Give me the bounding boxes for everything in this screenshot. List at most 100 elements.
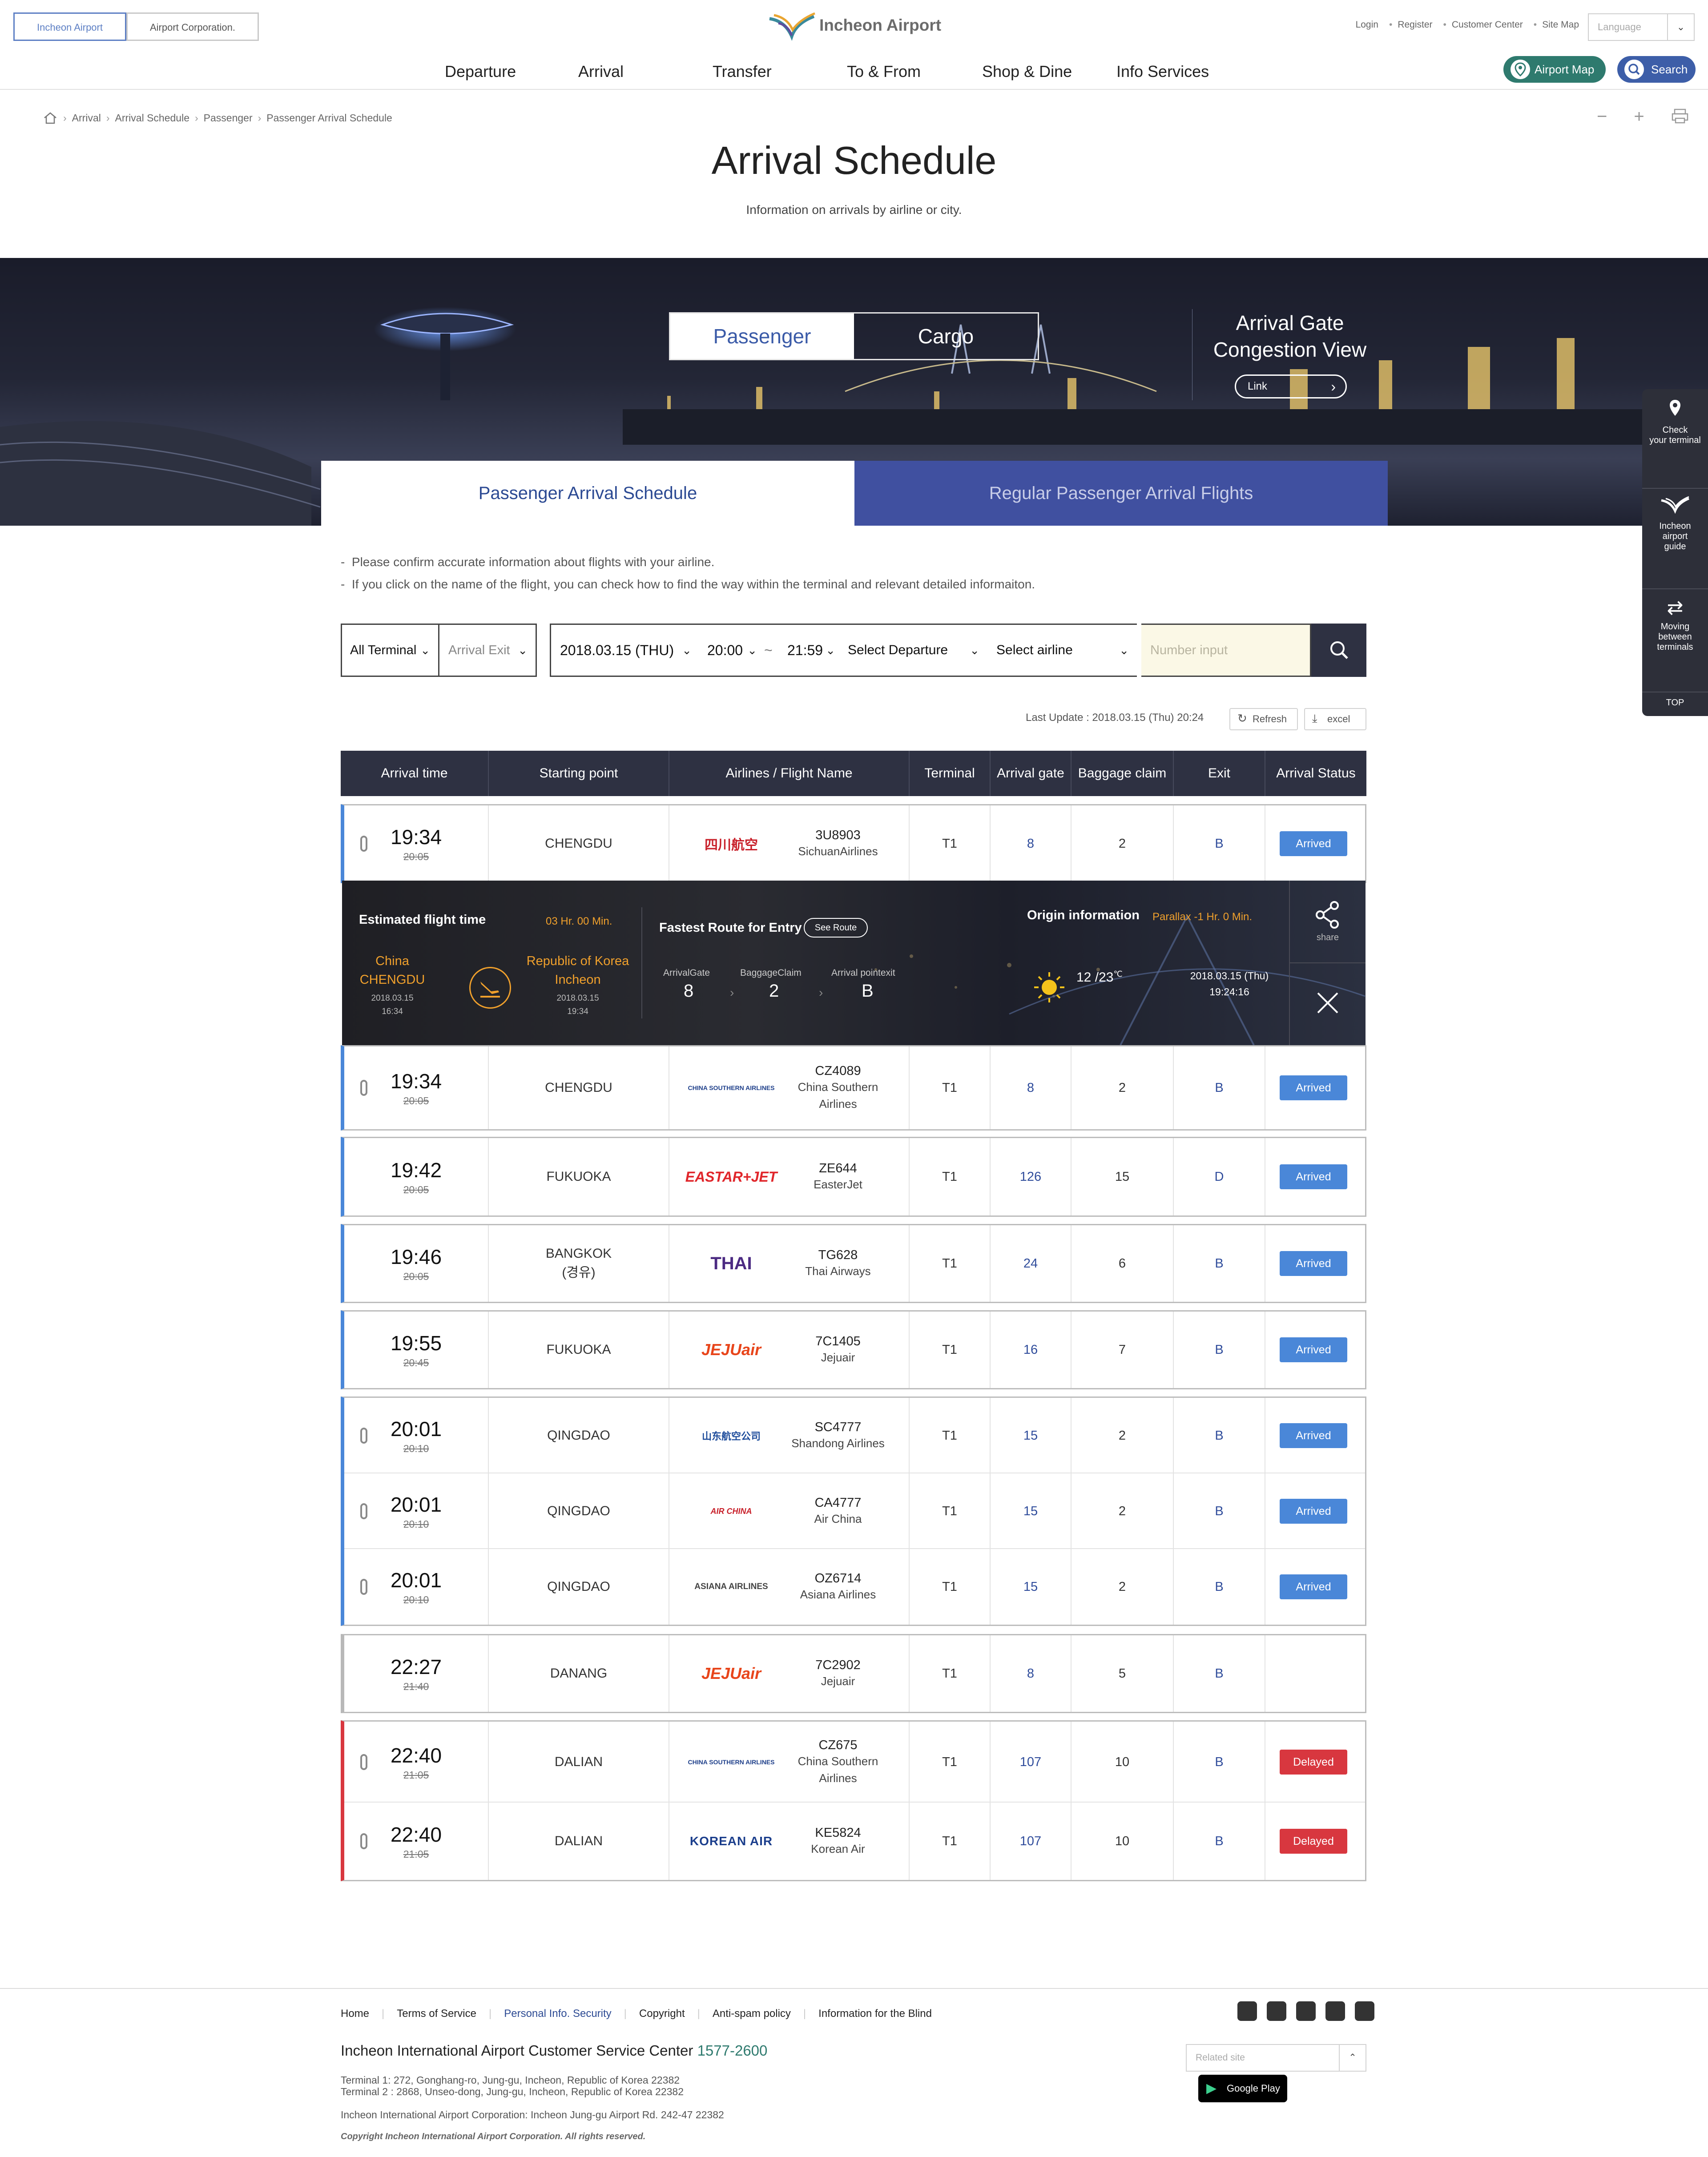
flight-number[interactable]: ZE644 [819, 1161, 857, 1176]
footer-link-blind[interactable]: Information for the Blind [818, 2008, 932, 2020]
register-link[interactable]: Register [1389, 20, 1432, 30]
site-logo[interactable]: Incheon Airport [765, 10, 941, 41]
breadcrumb-item[interactable]: Passenger [204, 112, 253, 124]
flight-info[interactable]: KE5824 Korean Air [780, 1826, 896, 1857]
date-select[interactable]: 2018.03.15 (THU) ⌄ [550, 624, 700, 677]
tab-incheon-airport[interactable]: Incheon Airport [13, 12, 126, 41]
table-row[interactable]: 19:55 20:45 FUKUOKA JEJUair 7C1405 Jejuair T1 1… [344, 1312, 1365, 1388]
flight-number[interactable]: 3U8903 [815, 828, 861, 843]
table-row[interactable]: 20:01 20:10 QINGDAO AIR CHINA CA4777 Air Chin… [344, 1473, 1365, 1549]
quick-airport-guide[interactable]: Incheon airport guide [1642, 488, 1708, 552]
tab-passenger[interactable]: Passenger [670, 314, 854, 359]
quick-moving-terminals[interactable]: ⇄ Moving between terminals [1642, 588, 1708, 652]
language-select[interactable]: Language ⌄ [1588, 13, 1695, 41]
sunny-weather-icon [1031, 970, 1067, 1005]
flight-number[interactable]: OZ6714 [815, 1571, 862, 1586]
search-button[interactable]: Search [1617, 56, 1696, 83]
nav-to-from[interactable]: To & From [847, 62, 982, 81]
close-icon[interactable] [1314, 990, 1341, 1016]
flight-number[interactable]: SC4777 [815, 1420, 862, 1435]
flight-info[interactable]: CZ4089 China Southern Airlines [780, 1064, 896, 1112]
departure-select[interactable]: Select Departure ⌄ [839, 624, 987, 677]
tab-airport-corporation[interactable]: Airport Corporation. [126, 12, 259, 41]
footer-link-home[interactable]: Home [341, 2008, 369, 2020]
footer-link-privacy[interactable]: Personal Info. Security [504, 2008, 611, 2020]
table-row[interactable]: 22:40 21:05 DALIAN CHINA SOUTHERN AIRLINES C… [344, 1722, 1365, 1803]
flight-info[interactable]: TG628 Thai Airways [780, 1248, 896, 1280]
zoom-in-icon[interactable]: + [1634, 107, 1644, 129]
flight-info[interactable]: 7C2902 Jejuair [780, 1658, 896, 1690]
footer-link-copyright[interactable]: Copyright [639, 2008, 685, 2020]
nav-departure[interactable]: Departure [445, 62, 578, 81]
arrival-gate-cell: 15 [991, 1473, 1072, 1549]
youtube-icon[interactable] [1325, 2001, 1345, 2021]
footer-link-antispam[interactable]: Anti-spam policy [713, 2008, 791, 2020]
quick-top-button[interactable]: TOP [1642, 692, 1708, 708]
flight-info[interactable]: ZE644 EasterJet [780, 1161, 896, 1193]
site-map-link[interactable]: Site Map [1534, 20, 1579, 30]
breadcrumb-item[interactable]: Arrival Schedule [115, 112, 189, 124]
flight-info[interactable]: OZ6714 Asiana Airlines [780, 1571, 896, 1603]
flight-number[interactable]: CZ675 [818, 1738, 857, 1753]
google-play-badge[interactable]: ▶ Google Play [1198, 2075, 1287, 2102]
table-row[interactable]: 22:27 21:40 DANANG JEJUair 7C2902 Jejuair T1 8 5… [344, 1635, 1365, 1712]
nav-arrival[interactable]: Arrival [578, 62, 713, 81]
table-row[interactable]: 19:34 20:05 CHENGDU CHINA SOUTHERN AIRLINES… [344, 1046, 1365, 1129]
filter-search-button[interactable] [1311, 624, 1366, 677]
flight-number[interactable]: 7C1405 [815, 1334, 861, 1349]
nav-info-services[interactable]: Info Services [1116, 62, 1223, 81]
flight-number[interactable]: TG628 [818, 1248, 858, 1263]
nav-transfer[interactable]: Transfer [713, 62, 847, 81]
see-route-button[interactable]: See Route [804, 918, 868, 938]
table-row[interactable]: 22:40 21:05 DALIAN KOREAN AIR KE5824 Korean A… [344, 1803, 1365, 1880]
refresh-button[interactable]: ↻ Refresh [1229, 708, 1298, 730]
flight-info[interactable]: CZ675 China Southern Airlines [780, 1738, 896, 1787]
customer-center-link[interactable]: Customer Center [1443, 20, 1523, 30]
instagram-icon[interactable] [1237, 2001, 1257, 2021]
flight-number[interactable]: CZ4089 [815, 1064, 861, 1078]
share-button[interactable]: share [1290, 899, 1366, 943]
time-to-select[interactable]: 21:59 ⌄ [778, 624, 839, 677]
arrival-status-cell: Delayed [1265, 1722, 1362, 1803]
table-row[interactable]: 19:34 20:05 CHENGDU 四川航空 3U8903 SichuanAirlin… [344, 805, 1365, 882]
table-row[interactable]: 19:46 20:05 BANGKOK (경유) THAI TG628 Thai Airwa… [344, 1225, 1365, 1302]
terminal-value: T1 [942, 1579, 957, 1594]
table-row[interactable]: 20:01 20:10 QINGDAO 山东航空公司 SC4777 Shandong Ai… [344, 1398, 1365, 1473]
flight-number[interactable]: KE5824 [815, 1826, 861, 1840]
congestion-link-button[interactable]: Link › [1235, 374, 1347, 398]
flight-info[interactable]: 7C1405 Jejuair [780, 1334, 896, 1366]
excel-download-button[interactable]: ⤓ excel [1304, 708, 1366, 730]
quick-check-terminal[interactable]: Check your terminal [1642, 398, 1708, 446]
flight-info[interactable]: 3U8903 SichuanAirlines [780, 828, 896, 860]
baggage-claim-value: 2 [1118, 1504, 1126, 1518]
terminal-select[interactable]: All Terminal ⌄ [341, 624, 439, 677]
flight-info[interactable]: CA4777 Air China [780, 1496, 896, 1527]
airport-map-button[interactable]: Airport Map [1503, 56, 1606, 83]
tab-passenger-arrival-schedule[interactable]: Passenger Arrival Schedule [321, 461, 854, 526]
footer-link-terms[interactable]: Terms of Service [397, 2008, 476, 2020]
starting-city: CHENGDU [545, 1080, 612, 1095]
table-row[interactable]: 19:42 20:05 FUKUOKA EASTAR+JET ZE644 EasterJe… [344, 1138, 1365, 1215]
flight-info[interactable]: SC4777 Shandong Airlines [780, 1420, 896, 1452]
tab-regular-arrival-flights[interactable]: Regular Passenger Arrival Flights [854, 461, 1388, 526]
home-icon[interactable] [43, 111, 58, 125]
exit-select[interactable]: Arrival Exit ⌄ [438, 624, 537, 677]
twitter-icon[interactable] [1296, 2001, 1316, 2021]
flight-number[interactable]: CA4777 [815, 1496, 862, 1510]
baggage-label: BaggageClaim [740, 968, 802, 978]
airline-select[interactable]: Select airline ⌄ [987, 624, 1137, 677]
print-icon[interactable] [1671, 107, 1689, 129]
breadcrumb-item[interactable]: Arrival [72, 112, 101, 124]
flight-number-input[interactable]: Number input [1141, 624, 1311, 677]
flight-number[interactable]: 7C2902 [815, 1658, 861, 1673]
time-from-select[interactable]: 20:00 ⌄ [698, 624, 761, 677]
site-switcher: Incheon Airport Airport Corporation. [13, 12, 259, 41]
login-link[interactable]: Login [1356, 20, 1378, 30]
zoom-out-icon[interactable]: − [1597, 107, 1607, 129]
facebook-icon[interactable] [1267, 2001, 1286, 2021]
table-row[interactable]: 20:01 20:10 QINGDAO ASIANA AIRLINES OZ6714 As… [344, 1549, 1365, 1625]
weibo-icon[interactable] [1355, 2001, 1374, 2021]
related-site-select[interactable]: Related site ⌃ [1186, 2044, 1366, 2072]
nav-shop-dine[interactable]: Shop & Dine [982, 62, 1116, 81]
tab-cargo[interactable]: Cargo [854, 314, 1038, 359]
